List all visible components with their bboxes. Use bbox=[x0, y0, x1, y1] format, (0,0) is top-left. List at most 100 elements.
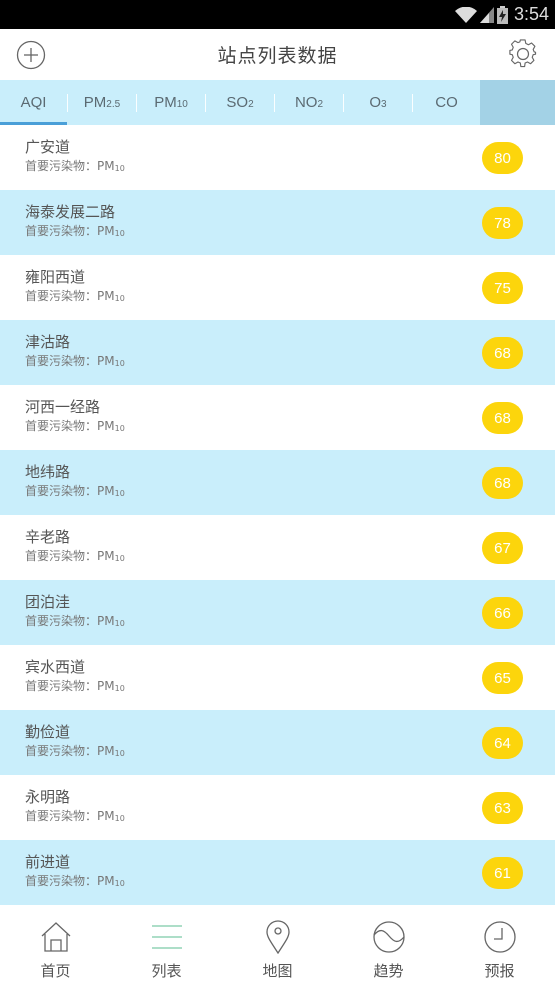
pollutant-name: PM bbox=[97, 679, 115, 693]
primary-pollutant: 首要污染物：PM10 bbox=[25, 612, 555, 632]
station-name: 地纬路 bbox=[25, 463, 71, 481]
battery-charging-icon bbox=[496, 5, 508, 24]
station-row[interactable]: 津沽路 首要污染物：PM10 68 bbox=[0, 320, 555, 385]
station-row[interactable]: 雍阳西道 首要污染物：PM10 75 bbox=[0, 255, 555, 320]
pollutant-label: 首要污染物： bbox=[25, 614, 98, 628]
primary-pollutant: 首要污染物：PM10 bbox=[25, 352, 555, 372]
primary-pollutant: 首要污染物：PM10 bbox=[25, 677, 555, 697]
tab-label-subscript: 10 bbox=[176, 99, 188, 110]
pollutant-name: PM bbox=[97, 484, 115, 498]
pollutant-name: PM bbox=[97, 224, 115, 238]
pollutant-subscript: 10 bbox=[114, 814, 125, 823]
primary-pollutant: 首要污染物：PM10 bbox=[25, 287, 555, 307]
station-name: 海泰发展二路 bbox=[25, 203, 116, 221]
nav-item-home[interactable]: 首页 bbox=[0, 905, 111, 988]
aqi-badge: 67 bbox=[482, 532, 523, 564]
pollutant-name: PM bbox=[97, 159, 115, 173]
tab-label: SO bbox=[226, 94, 249, 111]
tab-co[interactable]: CO bbox=[413, 80, 480, 125]
nav-item-trend-wave[interactable]: 趋势 bbox=[333, 905, 444, 988]
station-name: 河西一经路 bbox=[25, 398, 101, 416]
station-name: 团泊洼 bbox=[25, 593, 71, 611]
tab-label: PM bbox=[154, 94, 177, 111]
aqi-badge: 78 bbox=[482, 207, 523, 239]
tab-label-subscript: 2 bbox=[317, 99, 324, 110]
pollutant-label: 首要污染物： bbox=[25, 874, 98, 888]
pollutant-label: 首要污染物： bbox=[25, 744, 98, 758]
pollutant-label: 首要污染物： bbox=[25, 679, 98, 693]
list-icon bbox=[151, 925, 182, 949]
status-bar: 3:54 bbox=[0, 0, 555, 29]
station-row[interactable]: 团泊洼 首要污染物：PM10 66 bbox=[0, 580, 555, 645]
wifi-icon bbox=[454, 6, 477, 23]
tab-aqi[interactable]: AQI bbox=[0, 80, 67, 125]
primary-pollutant: 首要污染物：PM10 bbox=[25, 547, 555, 567]
station-row[interactable]: 地纬路 首要污染物：PM10 68 bbox=[0, 450, 555, 515]
nav-label: 列表 bbox=[151, 962, 182, 980]
station-name: 辛老路 bbox=[25, 528, 71, 546]
trend-wave-icon bbox=[372, 921, 405, 953]
tab-label: O bbox=[369, 94, 382, 111]
nav-label: 预报 bbox=[484, 962, 515, 980]
pollutant-name: PM bbox=[97, 874, 115, 888]
clock-time: 3:54 bbox=[513, 4, 549, 24]
pollutant-label: 首要污染物： bbox=[25, 289, 98, 303]
pollutant-label: 首要污染物： bbox=[25, 354, 98, 368]
tab-label-subscript: 2.5 bbox=[106, 99, 121, 110]
pollutant-name: PM bbox=[97, 549, 115, 563]
add-circle-icon[interactable] bbox=[16, 40, 46, 70]
pollutant-name: PM bbox=[97, 419, 115, 433]
station-row[interactable]: 广安道 首要污染物：PM10 80 bbox=[0, 125, 555, 190]
app-header: 站点列表数据 bbox=[0, 29, 555, 80]
station-row[interactable]: 辛老路 首要污染物：PM10 67 bbox=[0, 515, 555, 580]
tab-so2[interactable]: SO 2 bbox=[206, 80, 274, 125]
pollutant-subscript: 10 bbox=[114, 164, 125, 173]
tab-pm25[interactable]: PM 2.5 bbox=[68, 80, 136, 125]
pollutant-label: 首要污染物： bbox=[25, 809, 98, 823]
tab-label: NO bbox=[294, 94, 318, 111]
station-list: 广安道 首要污染物：PM10 80 海泰发展二路 首要污染物：PM10 78 雍阳西道 首要污… bbox=[0, 125, 555, 905]
bottom-nav: 首页 列表 地图 趋势 预报 bbox=[0, 905, 555, 988]
station-row[interactable]: 勤俭道 首要污染物：PM10 64 bbox=[0, 710, 555, 775]
gear-icon[interactable] bbox=[508, 39, 538, 69]
aqi-badge: 64 bbox=[482, 727, 523, 759]
pollutant-subscript: 10 bbox=[114, 229, 125, 238]
station-row[interactable]: 海泰发展二路 首要污染物：PM10 78 bbox=[0, 190, 555, 255]
station-row[interactable]: 前进道 首要污染物：PM10 61 bbox=[0, 840, 555, 905]
pollutant-subscript: 10 bbox=[114, 684, 125, 693]
tab-pm10[interactable]: PM 10 bbox=[137, 80, 205, 125]
station-name: 勤俭道 bbox=[25, 723, 71, 741]
nav-label: 首页 bbox=[40, 962, 71, 980]
station-row[interactable]: 河西一经路 首要污染物：PM10 68 bbox=[0, 385, 555, 450]
nav-item-list[interactable]: 列表 bbox=[111, 905, 222, 988]
nav-item-map-pin[interactable]: 地图 bbox=[222, 905, 333, 988]
nav-item-clock[interactable]: 预报 bbox=[444, 905, 555, 988]
pollutant-subscript: 10 bbox=[114, 424, 125, 433]
station-name: 前进道 bbox=[25, 853, 71, 871]
aqi-badge: 68 bbox=[482, 402, 523, 434]
station-row[interactable]: 宾水西道 首要污染物：PM10 65 bbox=[0, 645, 555, 710]
primary-pollutant: 首要污染物：PM10 bbox=[25, 872, 555, 892]
pollutant-subscript: 10 bbox=[114, 489, 125, 498]
station-name: 津沽路 bbox=[25, 333, 71, 351]
tab-no2[interactable]: NO 2 bbox=[275, 80, 343, 125]
tab-label-subscript: 3 bbox=[381, 99, 387, 110]
pollutant-subscript: 10 bbox=[114, 879, 125, 888]
aqi-badge: 75 bbox=[482, 272, 523, 304]
nav-label: 趋势 bbox=[373, 962, 404, 980]
station-name: 宾水西道 bbox=[25, 658, 86, 676]
aqi-badge: 80 bbox=[482, 142, 523, 174]
pollutant-subscript: 10 bbox=[114, 359, 125, 368]
primary-pollutant: 首要污染物：PM10 bbox=[25, 417, 555, 437]
station-row[interactable]: 永明路 首要污染物：PM10 63 bbox=[0, 775, 555, 840]
primary-pollutant: 首要污染物：PM10 bbox=[25, 157, 555, 177]
tab-more-area[interactable] bbox=[480, 80, 555, 125]
primary-pollutant: 首要污染物：PM10 bbox=[25, 807, 555, 827]
tab-o3[interactable]: O3 bbox=[344, 80, 412, 125]
primary-pollutant: 首要污染物：PM10 bbox=[25, 222, 555, 242]
clock-icon bbox=[483, 921, 516, 953]
aqi-badge: 68 bbox=[482, 467, 523, 499]
status-icons bbox=[454, 5, 508, 24]
pollutant-subscript: 10 bbox=[114, 619, 125, 628]
pollutant-subscript: 10 bbox=[114, 294, 125, 303]
